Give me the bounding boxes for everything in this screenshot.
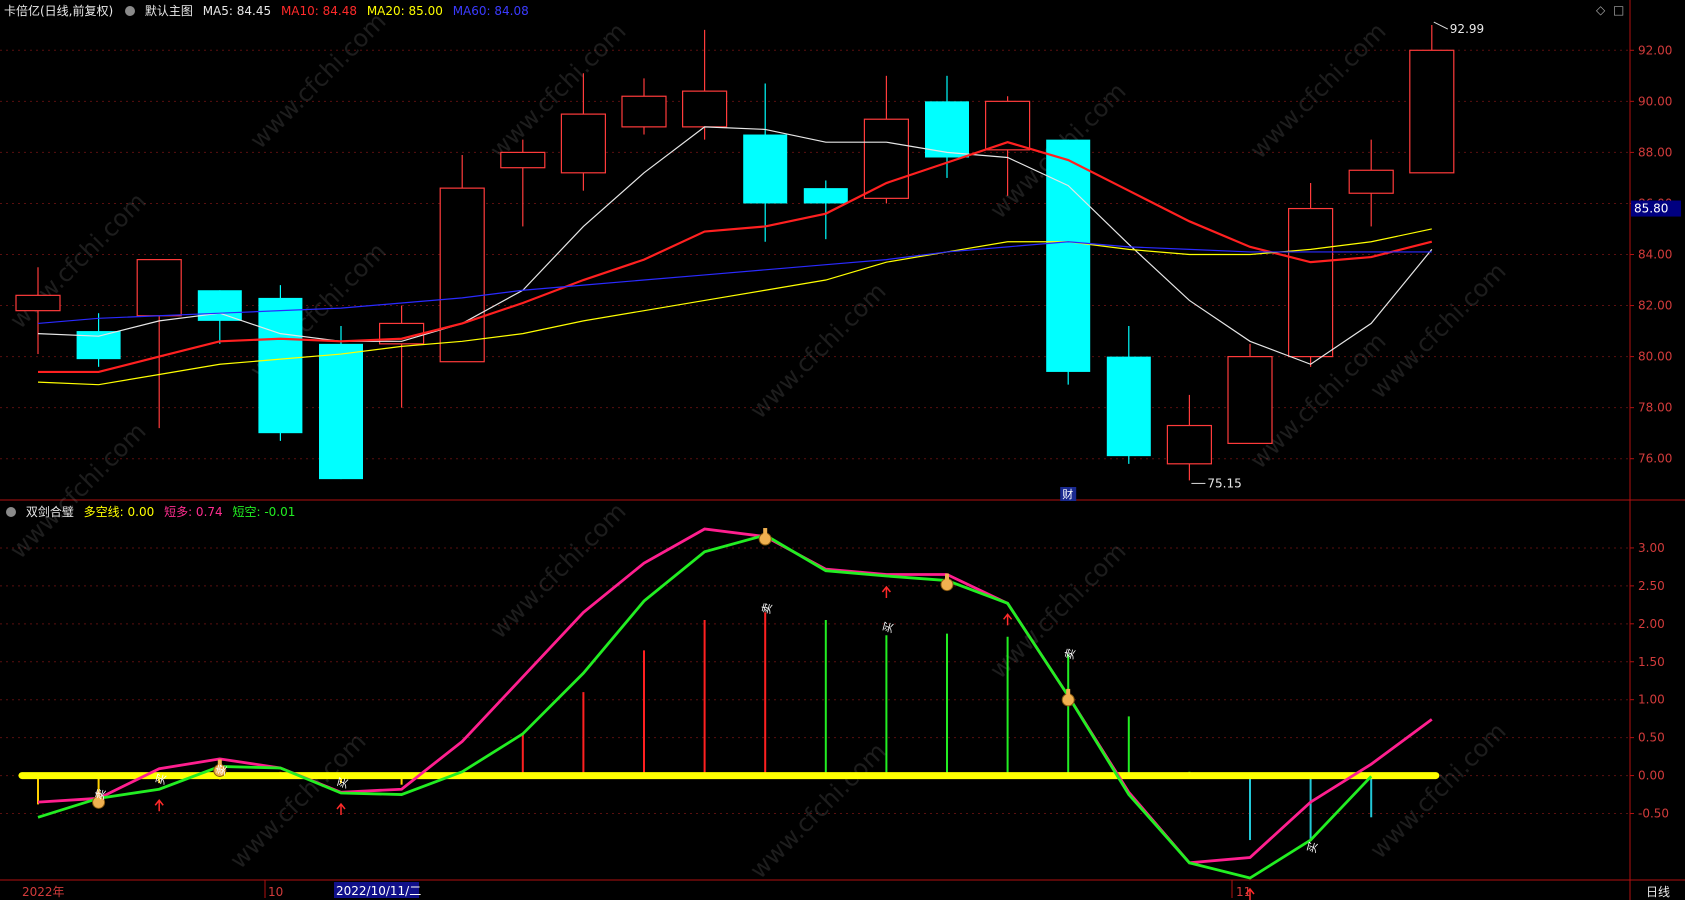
candle-body-down[interactable] [1046,139,1091,372]
candle-body-down[interactable] [258,297,303,434]
watermark-text: www.cfchi.com [484,497,631,644]
indicator-tick-label: -0.50 [1638,807,1669,821]
price-tick-label: 78.00 [1638,401,1672,415]
candle-body-down[interactable] [743,134,788,204]
finger-pointer-tip-icon [763,528,768,536]
duanduo-line [37,527,1433,865]
candle-body-down[interactable] [925,101,969,158]
chart-stage: 卡倍亿(日线,前复权) 默认主图 MA5: 84.45 MA10: 84.48 … [0,0,1685,900]
price-tick-label: 76.00 [1638,452,1672,466]
period-label: 日线 [1646,885,1670,899]
candle-body-up[interactable] [621,95,667,128]
signal-text-marker: 卖 [1063,647,1078,661]
watermark-text: www.cfchi.com [224,727,371,874]
high-pointer [1433,21,1449,30]
candle-body-up[interactable] [1166,424,1213,465]
candle-body-up[interactable] [1287,207,1334,358]
signal-text-marker: 卖 [214,763,229,777]
indicator-tick-label: 1.00 [1638,693,1665,707]
candle-body-up[interactable] [439,187,485,363]
price-tick-label: 88.00 [1638,145,1672,159]
indicator-tick-label: 2.00 [1638,617,1665,631]
candle-body-down[interactable] [803,188,848,204]
x-label-month-10: 10 [268,885,283,899]
candle-body-up[interactable] [1227,356,1273,444]
watermark-text: www.cfchi.com [744,737,891,884]
watermark-text: www.cfchi.com [1364,257,1511,404]
watermark-text: www.cfchi.com [4,187,151,334]
indicator-tick-label: 2.50 [1638,579,1665,593]
indicator-tick-label: 1.50 [1638,655,1665,669]
watermark-text: www.cfchi.com [1244,17,1391,164]
price-tick-label: 84.00 [1638,248,1672,262]
indicator-tick-label: 0.00 [1638,769,1665,783]
watermark-text: www.cfchi.com [244,7,391,154]
candle-body-down[interactable] [1106,356,1151,457]
candle-body-up[interactable] [1348,169,1394,194]
price-tick-label: 80.00 [1638,350,1672,364]
ma-line-ma5 [37,126,1433,365]
candle-body-up[interactable] [863,118,910,199]
x-label-month-11: 11 [1236,885,1251,899]
watermark-text: www.cfchi.com [1364,717,1511,864]
signal-text-marker: 卖 [760,601,775,615]
signal-text-marker: 卖 [93,787,108,801]
candle-body-up[interactable] [1409,49,1455,174]
candle-body-down[interactable] [319,343,363,480]
finger-pointer-tip-icon [945,573,949,581]
watermark-text: www.cfchi.com [744,277,891,424]
price-tick-label: 90.00 [1638,94,1672,108]
candle-body-up[interactable] [500,151,546,169]
cai-label: 财 [1062,487,1073,501]
price-tick-label: 82.00 [1638,299,1672,313]
x-label-year: 2022年 [22,885,65,899]
candle-body-down[interactable] [197,290,242,321]
indicator-tick-label: 3.00 [1638,541,1665,555]
candle-body-up[interactable] [15,294,61,312]
candle-body-up[interactable] [681,90,728,128]
low-price-label: 75.15 [1207,476,1241,490]
cursor-date-label: 2022/10/11/二 [336,884,421,898]
candle-body-up[interactable] [560,113,607,174]
ma-line-ma10 [38,141,1433,374]
signal-text-marker: 买 [881,620,896,634]
price-tick-label: 92.00 [1638,43,1672,57]
watermark-text: www.cfchi.com [484,17,631,164]
high-price-label: 92.99 [1450,22,1484,36]
current-price-label: 85.80 [1634,202,1668,216]
candle-body-up[interactable] [136,259,182,317]
watermark-text: www.cfchi.com [4,417,151,564]
finger-pointer-tip-icon [1066,688,1071,696]
indicator-tick-label: 0.50 [1638,731,1665,745]
chart-svg: 76.0078.0080.0082.0084.0086.0088.0090.00… [0,0,1685,900]
signal-text-marker: 买 [1305,840,1320,854]
